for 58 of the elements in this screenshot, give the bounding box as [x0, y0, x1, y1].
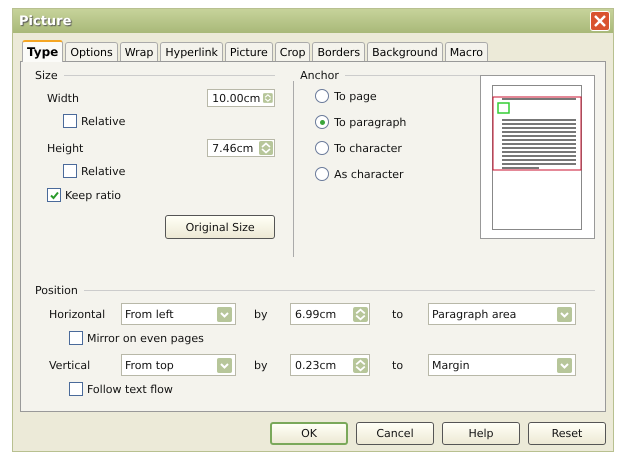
checkbox[interactable] [47, 188, 61, 202]
dialog-button[interactable]: Reset [528, 422, 606, 445]
spin-arrows-icon [259, 141, 274, 155]
dialog-button[interactable]: Cancel [356, 422, 434, 445]
radio-label: To page [334, 90, 377, 102]
radio-button[interactable] [315, 115, 330, 129]
section-label: Size [35, 68, 58, 82]
spin-field[interactable]: 0.23cm [290, 354, 370, 376]
checkbox-label: Relative [81, 114, 126, 128]
tab[interactable]: Options [65, 42, 118, 61]
window-title: Picture [19, 14, 72, 28]
checkbox-label: Mirror on even pages [87, 332, 204, 344]
radio-button[interactable] [315, 141, 330, 155]
radio-button[interactable] [315, 167, 330, 181]
section-label: Position [35, 284, 78, 296]
spin-arrows-icon [353, 306, 368, 322]
spin-field[interactable]: 6.99cm [290, 303, 370, 325]
checkbox[interactable] [69, 382, 83, 396]
tab[interactable]: Picture [224, 42, 273, 61]
checkbox[interactable] [63, 164, 77, 178]
checkbox-label: Follow text flow [87, 382, 173, 396]
radio-label: As character [334, 168, 404, 180]
dropdown[interactable]: Paragraph area [428, 303, 576, 325]
original-size-button[interactable]: Original Size [165, 215, 276, 239]
tab[interactable]: Background [367, 42, 443, 61]
spin-arrows-icon [263, 91, 274, 105]
close-button[interactable] [590, 11, 610, 31]
field-label: by [254, 308, 268, 320]
checkbox[interactable] [63, 114, 77, 128]
field-label: Horizontal [49, 308, 106, 320]
field-label: Vertical [49, 358, 92, 372]
tab[interactable]: Crop [274, 42, 310, 61]
checkbox-label: Relative [81, 164, 126, 178]
tab[interactable]: Hyperlink [160, 42, 223, 61]
close-icon [594, 15, 606, 27]
spin-field[interactable]: 7.46cm [207, 139, 276, 157]
section-label: Anchor [300, 68, 339, 82]
tab[interactable]: Borders [312, 42, 366, 61]
field-label: Width [47, 92, 79, 104]
dropdown[interactable]: From top [121, 354, 236, 376]
dropdown[interactable]: From left [121, 303, 236, 325]
spin-arrows-icon [353, 358, 368, 372]
radio-label: To paragraph [334, 116, 406, 128]
tab[interactable]: Type [22, 40, 64, 62]
spin-field[interactable]: 10.00cm [207, 89, 276, 107]
checkbox[interactable] [69, 331, 83, 345]
dialog-button[interactable]: OK [270, 422, 348, 445]
dialog-button[interactable]: Help [442, 422, 520, 445]
field-label: by [254, 358, 268, 372]
field-label: to [392, 308, 404, 320]
field-label: Height [47, 142, 84, 154]
tab[interactable]: Wrap [120, 42, 158, 61]
radio-button[interactable] [315, 89, 330, 103]
dropdown[interactable]: Margin [428, 354, 576, 376]
field-label: to [392, 358, 404, 372]
checkbox-label: Keep ratio [65, 188, 122, 202]
tab[interactable]: Macro [444, 42, 488, 61]
radio-label: To character [334, 142, 402, 154]
